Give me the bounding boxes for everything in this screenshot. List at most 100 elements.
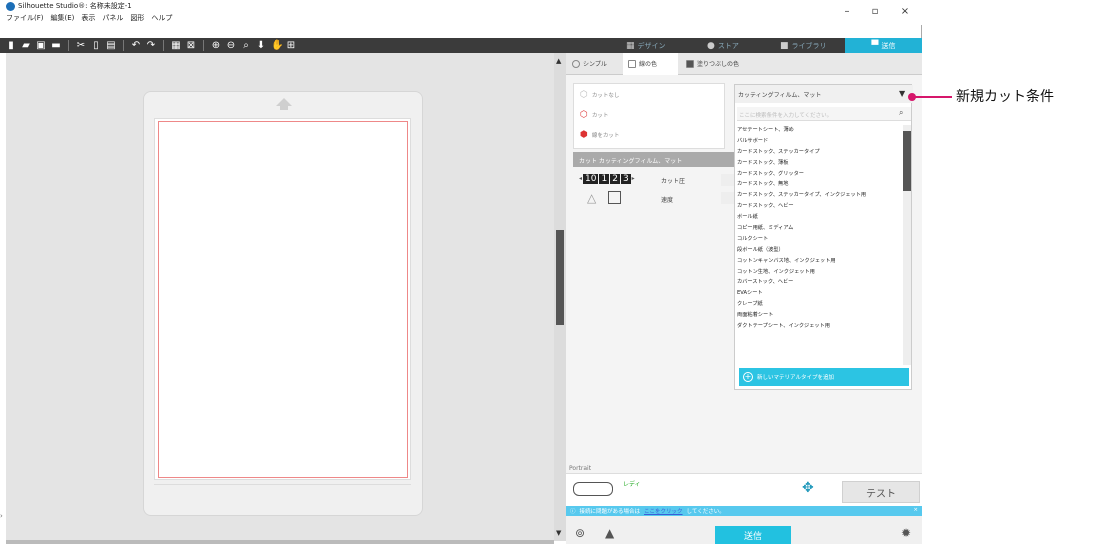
callout-line — [912, 96, 952, 98]
material-item[interactable]: カードストック、薄板 — [737, 158, 903, 169]
minimize-icon[interactable]: – — [840, 6, 854, 17]
deselect-icon[interactable]: ⊠ — [186, 40, 196, 51]
vertical-scrollbar[interactable]: ▲ ▼ — [554, 53, 566, 541]
cut-icon[interactable]: ✂ — [76, 40, 86, 51]
cut-edge-icon: ⬢ — [580, 130, 588, 140]
decrease-icon[interactable]: ◂ — [579, 175, 582, 182]
connection-info-bar: ⓘ 接続に問題がある場合は ここをクリック してください。 × — [566, 506, 922, 516]
zoom-out-icon[interactable]: ⊖ — [226, 40, 236, 51]
settings-gear-icon[interactable]: ✹ — [901, 526, 911, 540]
zoom-in-icon[interactable]: ⊕ — [211, 40, 221, 51]
bottom-bar: ⊚ ▲ 送信 ✹ — [566, 516, 922, 544]
scroll-down-icon[interactable]: ▼ — [556, 529, 561, 537]
copy-icon[interactable]: ▯ — [91, 40, 101, 51]
menu-edit[interactable]: 編集(E) — [51, 13, 75, 23]
scroll-thumb[interactable] — [903, 131, 911, 191]
option-no-cut[interactable]: ⬡ カットなし — [580, 90, 619, 100]
store-icon: ● — [707, 40, 715, 51]
fill-color-icon — [686, 59, 694, 68]
material-search-input[interactable]: ここに検索条件を入力してください。 — [737, 107, 911, 121]
tab-design[interactable]: ▦ デザイン — [626, 38, 696, 53]
zoom-fit-icon[interactable]: ⌕ — [241, 40, 251, 51]
maximize-icon[interactable]: ▫ — [868, 6, 882, 17]
redo-icon[interactable]: ↷ — [146, 40, 156, 51]
design-icon: ▦ — [626, 40, 635, 51]
material-item[interactable]: カードストック、ステッカータイプ、インクジェット用 — [737, 190, 903, 201]
material-item[interactable]: カバーストック、ヘビー — [737, 277, 903, 288]
material-item[interactable]: アセテートシート、薄め — [737, 125, 903, 136]
cutting-mat — [143, 91, 423, 516]
material-item[interactable]: カードストック、無地 — [737, 179, 903, 190]
option-cut-edge[interactable]: ⬢ 線をカット — [580, 130, 619, 140]
horizontal-scrollbar[interactable] — [6, 540, 554, 544]
undo-icon[interactable]: ↶ — [131, 40, 141, 51]
material-item[interactable]: コルクシート — [737, 234, 903, 245]
test-button[interactable]: テスト — [842, 481, 920, 503]
send-icon: ▀ — [871, 40, 879, 51]
panel-tabs: シンプル 線の色 塗りつぶしの色 — [566, 53, 922, 75]
callout-label: 新規カット条件 — [956, 89, 1054, 105]
material-item[interactable]: カードストック、ヘビー — [737, 201, 903, 212]
material-item[interactable]: EVAシート — [737, 288, 903, 299]
cut-options: ⬡ カットなし ⬡ カット ⬢ 線をカット — [573, 83, 725, 149]
cut-border — [158, 121, 408, 478]
toolbar-icons: ▮ ▰ ▣ ▬ ✂ ▯ ▤ ↶ ↷ ▦ ⊠ ⊕ ⊖ ⌕ ⬇ ✋ ⊞ — [6, 40, 296, 51]
canvas-area[interactable] — [6, 53, 554, 541]
pan-hand-icon[interactable]: ✋ — [271, 40, 283, 51]
cut-icon: ⬡ — [580, 110, 588, 120]
save-icon[interactable]: ▣ — [36, 40, 46, 51]
menu-panel[interactable]: パネル — [102, 13, 123, 23]
tutorial-cap-icon[interactable]: ▲ — [605, 526, 614, 540]
material-item[interactable]: 段ボール紙（波型） — [737, 245, 903, 256]
expand-left-panel-icon[interactable]: › — [0, 512, 6, 526]
material-item[interactable]: コットンキャンバス地、インクジェット用 — [737, 256, 903, 267]
menu-bar: ファイル(F) 編集(E) 表示 パネル 図形 ヘルプ — [6, 13, 172, 23]
menu-view[interactable]: 表示 — [81, 13, 95, 23]
material-list-scrollbar[interactable] — [903, 125, 911, 365]
scroll-thumb[interactable] — [556, 230, 564, 325]
print-icon[interactable]: ▬ — [51, 40, 61, 51]
material-list: アセテートシート、薄め バルサボード カードストック、ステッカータイプ カードストック… — [737, 125, 903, 365]
material-item[interactable]: カードストック、ステッカータイプ — [737, 147, 903, 158]
toolbar-divider — [123, 40, 124, 51]
tab-fill-color[interactable]: 塗りつぶしの色 — [686, 59, 739, 68]
material-item[interactable]: 両面粘着シート — [737, 310, 903, 321]
device-history-icon[interactable]: ⊚ — [575, 526, 585, 540]
paste-icon[interactable]: ▤ — [106, 40, 116, 51]
material-item[interactable]: カードストック、グリッター — [737, 169, 903, 180]
close-info-icon[interactable]: × — [913, 507, 918, 515]
material-item[interactable]: クレープ紙 — [737, 299, 903, 310]
tab-simple[interactable]: シンプル — [572, 59, 607, 68]
move-arrows-icon[interactable]: ✥ — [802, 480, 814, 496]
material-item[interactable]: バルサボード — [737, 136, 903, 147]
material-item[interactable]: コットン生地、インクジェット用 — [737, 267, 903, 278]
menu-file[interactable]: ファイル(F) — [6, 13, 44, 23]
triangle-shape-icon: △ — [587, 191, 597, 205]
tab-library[interactable]: ■ ライブラリ — [780, 38, 842, 53]
tab-store[interactable]: ● ストア — [707, 38, 773, 53]
increase-icon[interactable]: ▸ — [632, 175, 635, 182]
send-button[interactable]: 送信 — [715, 526, 791, 544]
material-item[interactable]: コピー用紙、ミディアム — [737, 223, 903, 234]
add-material-button[interactable]: + 新しいマテリアルタイプを追加 — [739, 368, 909, 386]
material-select[interactable]: カッティングフィルム、マット — [735, 85, 913, 103]
move-down-icon[interactable]: ⬇ — [256, 40, 266, 51]
option-cut[interactable]: ⬡ カット — [580, 110, 608, 120]
material-item[interactable]: ダクトテープシート、インクジェット用 — [737, 321, 903, 332]
material-item[interactable]: ボール紙 — [737, 212, 903, 223]
chevron-down-icon[interactable]: ▼ — [899, 89, 905, 98]
blade-depth-value[interactable]: ◂ 10 1 2 3 ▸ — [579, 173, 635, 184]
fit-page-icon[interactable]: ⊞ — [286, 40, 296, 51]
scroll-up-icon[interactable]: ▲ — [556, 57, 561, 65]
new-file-icon[interactable]: ▮ — [6, 40, 16, 51]
menu-shape[interactable]: 図形 — [130, 13, 144, 23]
menu-help[interactable]: ヘルプ — [151, 13, 172, 23]
close-icon[interactable]: × — [898, 6, 912, 17]
tab-send[interactable]: ▀ 送信 — [845, 38, 922, 53]
open-folder-icon[interactable]: ▰ — [21, 40, 31, 51]
search-icon[interactable]: ⌕ — [899, 108, 903, 118]
tab-line-color[interactable]: 線の色 — [628, 59, 657, 68]
select-all-icon[interactable]: ▦ — [171, 40, 181, 51]
help-link[interactable]: ここをクリック — [644, 507, 683, 515]
title-bar: Silhouette Studio®: 名称未設定-1 – ▫ × ファイル(F… — [0, 0, 922, 25]
